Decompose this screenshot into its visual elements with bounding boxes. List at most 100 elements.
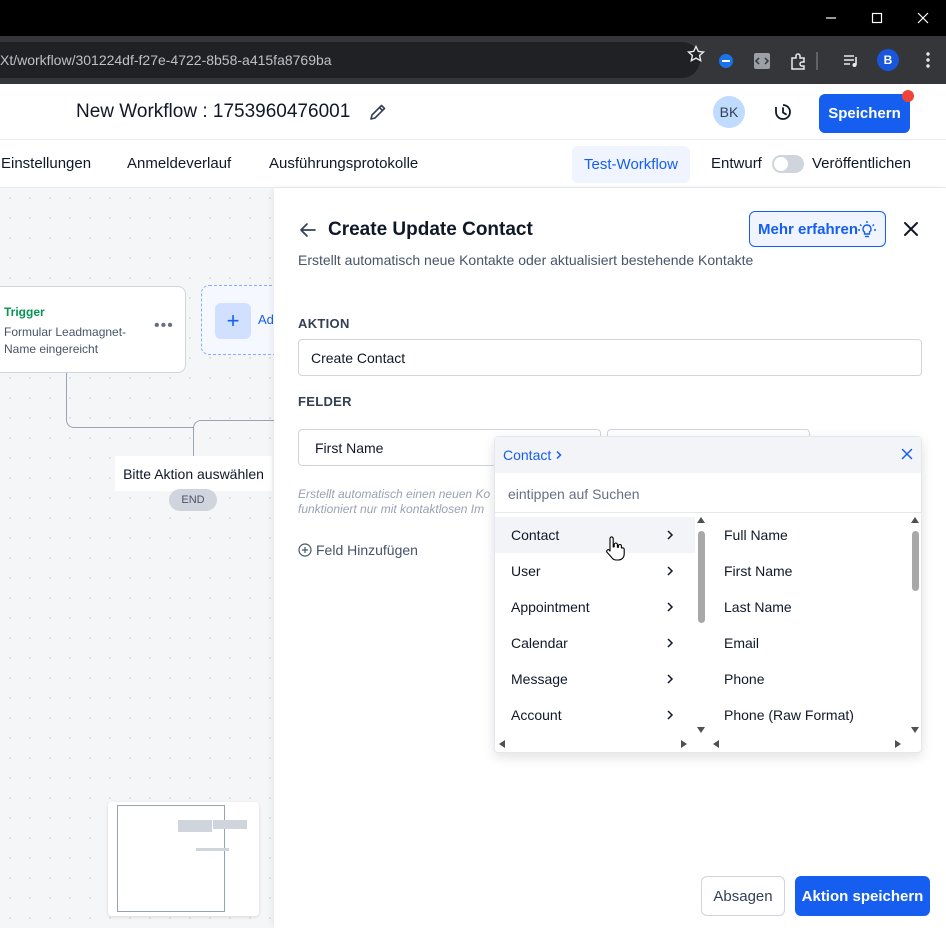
media-queue-icon[interactable] bbox=[841, 51, 861, 71]
field-item[interactable]: Email bbox=[709, 625, 909, 661]
scroll-up-arrow[interactable] bbox=[697, 517, 705, 523]
close-panel-icon[interactable] bbox=[902, 220, 920, 238]
app-header: New Workflow : 1753960476001 BK Speicher… bbox=[0, 84, 946, 140]
select-action-placeholder[interactable]: Bitte Aktion auswählen bbox=[115, 456, 272, 491]
field-label: Last Name bbox=[724, 599, 792, 615]
minimize-icon[interactable] bbox=[819, 6, 843, 30]
profile-avatar[interactable]: B bbox=[877, 49, 899, 71]
field-item[interactable]: Last Name bbox=[709, 589, 909, 625]
category-scrollbar[interactable] bbox=[695, 517, 707, 735]
category-item-calendar[interactable]: Calendar bbox=[495, 625, 695, 661]
connector-line bbox=[66, 373, 194, 428]
cancel-button[interactable]: Absagen bbox=[701, 876, 785, 916]
field-item[interactable]: First Name bbox=[709, 553, 909, 589]
field-scrollbar[interactable] bbox=[909, 517, 921, 735]
publish-toggle[interactable] bbox=[772, 155, 804, 173]
panel-title: Create Update Contact bbox=[328, 219, 533, 240]
plus-circle-icon bbox=[298, 543, 312, 557]
scroll-thumb[interactable] bbox=[698, 531, 705, 623]
hand-cursor-icon bbox=[606, 536, 625, 561]
close-dropdown-icon[interactable] bbox=[899, 446, 915, 462]
field-item[interactable]: Phone bbox=[709, 661, 909, 697]
scroll-right-arrow[interactable] bbox=[681, 740, 687, 748]
category-label: Calendar bbox=[511, 635, 568, 651]
dropdown-header: Contact bbox=[495, 437, 921, 473]
workflow-canvas[interactable]: Trigger Formular Leadmagnet-Name eingere… bbox=[0, 188, 291, 928]
address-bar[interactable]: Xt/workflow/301224df-f27e-4722-8b58-a415… bbox=[0, 42, 700, 78]
history-clock-icon[interactable] bbox=[772, 101, 794, 123]
url-text[interactable]: Xt/workflow/301224df-f27e-4722-8b58-a415… bbox=[0, 52, 332, 68]
category-item-message[interactable]: Message bbox=[495, 661, 695, 697]
back-arrow-icon[interactable] bbox=[298, 220, 318, 240]
category-item-user[interactable]: User bbox=[495, 553, 695, 589]
minimap-node bbox=[213, 820, 247, 829]
category-item-appointment[interactable]: Appointment bbox=[495, 589, 695, 625]
learn-more-button[interactable]: Mehr erfahren bbox=[749, 211, 886, 247]
scroll-left-arrow[interactable] bbox=[713, 740, 719, 748]
tab-einstellungen[interactable]: Einstellungen bbox=[1, 155, 91, 172]
category-label: Contact bbox=[511, 527, 560, 543]
extension-diamond-icon[interactable] bbox=[716, 51, 736, 71]
bookmark-star-icon[interactable] bbox=[686, 44, 706, 64]
help-text-line: funktioniert nur mit kontaktlosen Im bbox=[298, 502, 485, 516]
breadcrumb-label: Contact bbox=[503, 447, 552, 463]
category-list: Contact User Appointment Calendar Messag… bbox=[495, 517, 695, 737]
add-trigger-label: Ad bbox=[258, 312, 274, 327]
chevron-right-icon bbox=[667, 530, 674, 540]
save-action-button[interactable]: Aktion speichern bbox=[795, 876, 930, 916]
trigger-description: Formular Leadmagnet-Name eingereicht bbox=[4, 325, 127, 356]
category-item-account[interactable]: Account bbox=[495, 697, 695, 733]
test-workflow-button[interactable]: Test-Workflow bbox=[572, 146, 690, 183]
tab-anmeldeverlauf[interactable]: Anmeldeverlauf bbox=[127, 155, 231, 172]
scroll-down-arrow[interactable] bbox=[697, 727, 705, 733]
scroll-left-arrow[interactable] bbox=[499, 740, 505, 748]
chevron-right-icon bbox=[667, 710, 674, 720]
field-label: Full Name bbox=[724, 527, 788, 543]
toggle-knob bbox=[774, 157, 788, 171]
scroll-down-arrow[interactable] bbox=[911, 727, 919, 733]
add-field-link[interactable]: Feld Hinzufügen bbox=[298, 542, 418, 558]
dropdown-search-input[interactable]: eintippen auf Suchen bbox=[495, 475, 921, 513]
category-h-scrollbar[interactable] bbox=[499, 739, 689, 749]
add-field-label: Feld Hinzufügen bbox=[316, 542, 418, 558]
category-item-contact[interactable]: Contact bbox=[495, 517, 695, 553]
fields-section-label: FELDER bbox=[298, 394, 352, 409]
connector-line bbox=[193, 420, 274, 457]
extension-devtools-icon[interactable] bbox=[752, 51, 772, 71]
learn-more-label: Mehr erfahren bbox=[758, 220, 859, 238]
trigger-node[interactable]: Trigger Formular Leadmagnet-Name eingere… bbox=[0, 286, 186, 373]
value-picker-dropdown: Contact eintippen auf Suchen Contact Use… bbox=[494, 436, 922, 753]
chevron-right-icon bbox=[667, 566, 674, 576]
category-label: Appointment bbox=[511, 599, 590, 615]
browser-menu-icon[interactable] bbox=[918, 50, 938, 70]
field-item[interactable]: Full Name bbox=[709, 517, 909, 553]
pencil-edit-icon[interactable] bbox=[368, 102, 388, 122]
close-window-icon[interactable] bbox=[911, 6, 935, 30]
chevron-right-icon bbox=[556, 450, 562, 460]
category-label: Account bbox=[511, 707, 562, 723]
node-more-icon[interactable]: ••• bbox=[154, 317, 174, 335]
browser-toolbar: Xt/workflow/301224df-f27e-4722-8b58-a415… bbox=[0, 36, 946, 84]
publish-label: Veröffentlichen bbox=[812, 155, 911, 172]
scroll-thumb[interactable] bbox=[912, 531, 919, 591]
save-button[interactable]: Speichern bbox=[819, 94, 910, 133]
window-titlebar bbox=[0, 0, 946, 36]
toolbar-divider bbox=[816, 52, 818, 70]
plus-icon[interactable]: + bbox=[215, 303, 251, 339]
action-select[interactable]: Create Contact bbox=[298, 339, 922, 376]
tab-ausfuehrungsprotokolle[interactable]: Ausführungsprotokolle bbox=[269, 155, 418, 172]
extensions-puzzle-icon[interactable] bbox=[788, 51, 808, 71]
field-h-scrollbar[interactable] bbox=[713, 739, 905, 749]
field-label: First Name bbox=[724, 563, 793, 579]
minimap[interactable] bbox=[108, 802, 259, 916]
scroll-right-arrow[interactable] bbox=[895, 740, 901, 748]
trigger-title: Trigger bbox=[4, 305, 45, 319]
field-item[interactable]: Phone (Raw Format) bbox=[709, 697, 909, 733]
end-node: END bbox=[169, 489, 217, 511]
user-avatar[interactable]: BK bbox=[713, 96, 745, 128]
minimap-node bbox=[196, 848, 229, 851]
scroll-up-arrow[interactable] bbox=[911, 517, 919, 523]
maximize-icon[interactable] bbox=[865, 6, 889, 30]
chevron-right-icon bbox=[667, 602, 674, 612]
dropdown-breadcrumb[interactable]: Contact bbox=[503, 447, 564, 463]
